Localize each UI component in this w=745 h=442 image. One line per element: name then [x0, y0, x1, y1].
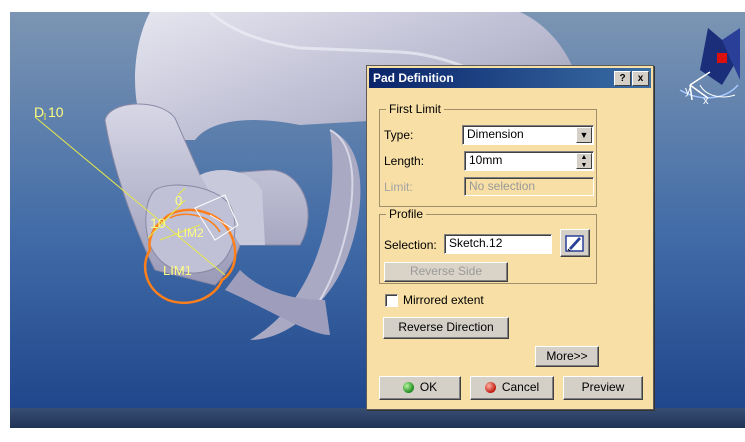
pad-definition-dialog: Pad Definition ? x First Limit Type: Dim… [366, 65, 654, 410]
first-limit-group: First Limit Type: Dimension ▼ Length: 10… [379, 102, 597, 207]
cancel-button-label: Cancel [501, 380, 540, 394]
cancel-button[interactable]: Cancel [470, 376, 554, 400]
lim1-annotation: LIM1 [163, 263, 192, 278]
type-label: Type: [384, 128, 414, 142]
diameter-annotation: D 10 [34, 104, 64, 120]
reverse-direction-button[interactable]: Reverse Direction [383, 317, 509, 339]
left-margin [0, 0, 10, 442]
mirrored-extent-checkbox[interactable] [385, 294, 398, 307]
ok-button[interactable]: OK [379, 376, 461, 400]
bottom-margin [0, 428, 745, 442]
limit-field: No selection [464, 177, 594, 196]
dimension-0-annotation: 0 [175, 193, 182, 208]
help-button[interactable]: ? [614, 71, 631, 86]
limit-label: Limit: [384, 180, 413, 194]
more-button[interactable]: More>> [535, 346, 599, 367]
type-select[interactable]: Dimension ▼ [462, 125, 594, 145]
first-limit-legend: First Limit [386, 102, 444, 116]
profile-legend: Profile [386, 207, 427, 221]
length-spinner[interactable]: ▲ ▼ [576, 153, 592, 169]
spin-up-icon[interactable]: ▲ [577, 154, 591, 162]
limit-field-value: No selection [469, 179, 536, 193]
compass-axis-x-label: x [703, 95, 709, 107]
compass-axis-y-label: y [685, 85, 691, 97]
dialog-titlebar[interactable]: Pad Definition ? x [369, 68, 651, 88]
profile-group: Profile Selection: Sketch.12 Reverse Sid… [379, 207, 597, 284]
top-margin [0, 0, 745, 12]
length-label: Length: [384, 154, 425, 168]
reverse-side-button[interactable]: Reverse Side [384, 262, 508, 282]
cancel-icon [484, 382, 496, 393]
selection-field-value: Sketch.12 [449, 236, 503, 250]
ok-button-label: OK [419, 380, 438, 394]
preview-button[interactable]: Preview [563, 376, 643, 400]
type-select-value: Dimension [467, 127, 524, 141]
dialog-title: Pad Definition [373, 71, 454, 85]
sketcher-icon [565, 235, 584, 252]
spin-down-icon[interactable]: ▼ [577, 162, 591, 170]
chevron-down-icon[interactable]: ▼ [576, 127, 592, 143]
dimension-10-annotation: 10 [150, 215, 166, 231]
lim2-annotation: LIM2 [177, 226, 204, 240]
selection-field[interactable]: Sketch.12 [444, 234, 552, 254]
close-button[interactable]: x [632, 71, 649, 86]
length-input[interactable]: 10mm ▲ ▼ [464, 151, 594, 171]
length-input-value: 10mm [469, 153, 503, 167]
bottom-band [10, 408, 745, 428]
sketch-button[interactable] [560, 229, 590, 257]
ok-icon [402, 382, 414, 393]
mirrored-extent-label: Mirrored extent [403, 293, 484, 307]
selection-label: Selection: [384, 238, 437, 252]
